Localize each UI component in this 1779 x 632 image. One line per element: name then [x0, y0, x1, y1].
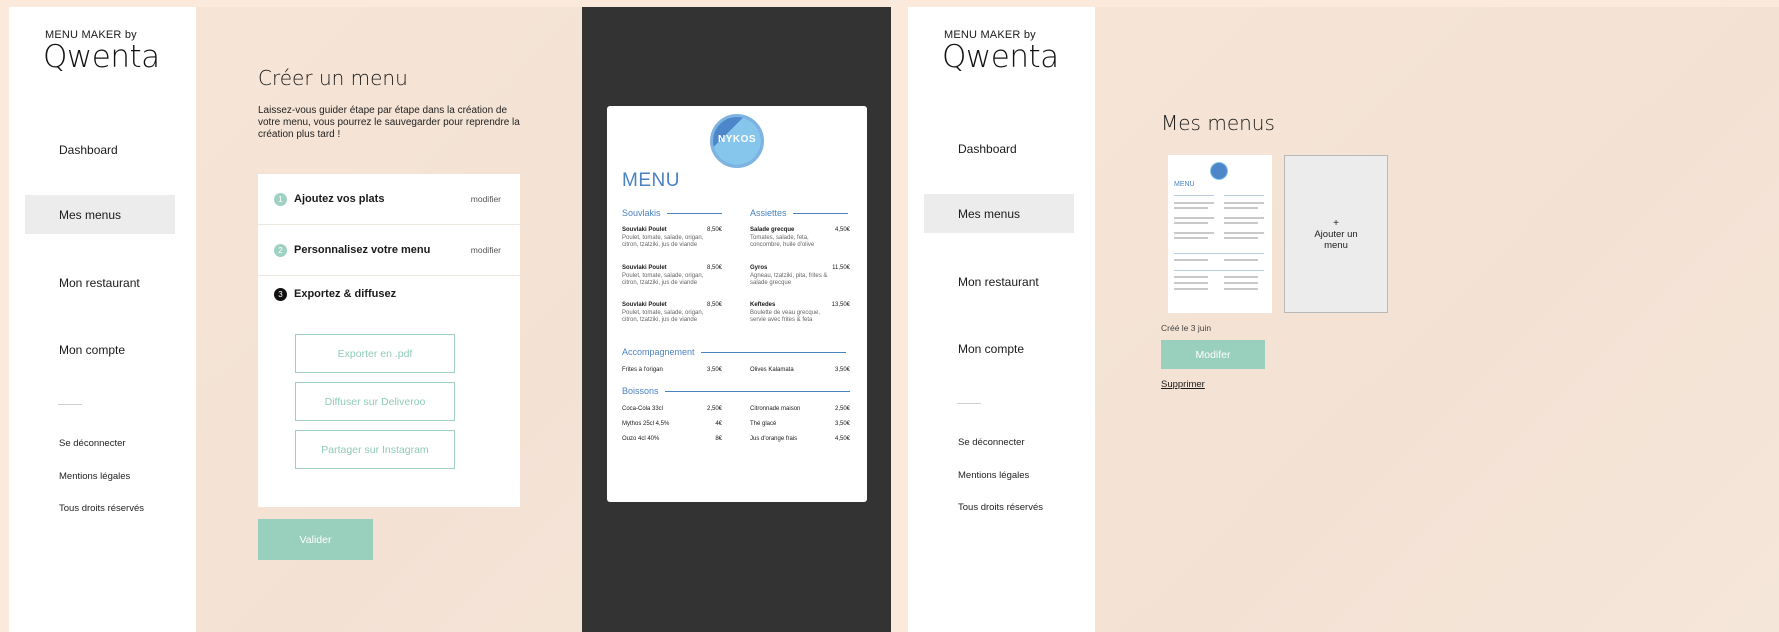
plus-icon: + — [1333, 217, 1339, 229]
export-pdf-button[interactable]: Exporter en .pdf — [295, 334, 455, 373]
step-1-edit-link[interactable]: modifier — [471, 194, 501, 204]
section-accompagnement: Accompagnement — [622, 347, 846, 357]
instagram-share-button[interactable]: Partager sur Instagram — [295, 430, 455, 469]
rights-link[interactable]: Tous droits réservés — [59, 503, 144, 514]
sidebar-item-my-restaurant[interactable]: Mon restaurant — [924, 262, 1074, 301]
section-boissons: Boissons — [622, 386, 850, 396]
rights-link[interactable]: Tous droits réservés — [958, 502, 1043, 513]
logout-link[interactable]: Se déconnecter — [59, 438, 126, 449]
step-2-number: 2 — [274, 243, 287, 257]
step-1: 1 Ajoutez vos plats modifier — [258, 174, 520, 225]
legal-link[interactable]: Mentions légales — [59, 471, 130, 482]
my-menus-screen: MENU MAKER by Qwenta Dashboard Mes menus… — [908, 7, 1779, 632]
step-1-label: Ajoutez vos plats — [294, 193, 385, 205]
page-title: Mes menus — [1161, 111, 1275, 135]
deliveroo-button[interactable]: Diffuser sur Deliveroo — [295, 382, 455, 421]
sidebar-item-my-account[interactable]: Mon compte — [924, 329, 1074, 368]
step-1-number: 1 — [274, 192, 287, 206]
legal-link[interactable]: Mentions légales — [958, 470, 1029, 481]
create-menu-screen: MENU MAKER by Qwenta Dashboard Mes menus… — [9, 7, 891, 632]
sidebar-divider — [58, 404, 82, 405]
sidebar-item-my-menus[interactable]: Mes menus — [25, 195, 175, 234]
created-date: Créé le 3 juin — [1161, 323, 1212, 333]
section-assiettes: Assiettes — [750, 208, 848, 218]
menu-item: Thé glacé 3,50€ — [750, 421, 850, 427]
menu-thumbnail[interactable]: MENU — [1168, 155, 1272, 313]
step-3: 3 Exportez & diffusez — [258, 279, 520, 309]
sidebar: MENU MAKER by Qwenta Dashboard Mes menus… — [908, 7, 1095, 632]
menu-item: Frites à l'origan 3,50€ — [622, 367, 722, 373]
menu-preview-pane: NYKOS MENU Souvlakis Assiettes Souvlaki … — [582, 7, 891, 632]
delete-menu-link[interactable]: Supprimer — [1161, 379, 1205, 390]
restaurant-logo: NYKOS — [710, 114, 764, 168]
menu-item: Coca-Cola 33cl 2,50€ — [622, 406, 722, 412]
step-3-label: Exportez & diffusez — [294, 288, 397, 300]
menu-item: Ouzo 4cl 40% 8€ — [622, 436, 722, 442]
menu-item: Souvlaki Poulet 8,50€ Poulet, tomate, sala… — [622, 265, 722, 286]
sidebar: MENU MAKER by Qwenta Dashboard Mes menus… — [9, 7, 196, 632]
brand-logo[interactable]: Qwenta — [942, 39, 1059, 75]
menu-preview-card: NYKOS MENU Souvlakis Assiettes Souvlaki … — [607, 106, 867, 502]
sidebar-divider — [957, 403, 981, 404]
restaurant-logo-text: NYKOS — [717, 134, 757, 145]
menu-item: Keftedes 13,50€ Boulette de veau grecque, … — [750, 302, 850, 323]
sidebar-item-dashboard[interactable]: Dashboard — [25, 130, 175, 169]
step-3-number: 3 — [274, 287, 287, 301]
menu-title: MENU — [622, 170, 680, 191]
menu-item: Souvlaki Poulet 8,50€ Poulet, tomate, sala… — [622, 227, 722, 248]
menu-item: Mythos 25cl 4,5% 4€ — [622, 421, 722, 427]
sidebar-item-my-menus[interactable]: Mes menus — [924, 194, 1074, 233]
step-2-edit-link[interactable]: modifier — [471, 245, 501, 255]
brand-logo[interactable]: Qwenta — [43, 39, 160, 75]
sidebar-item-my-restaurant[interactable]: Mon restaurant — [25, 263, 175, 302]
edit-menu-button[interactable]: Modifer — [1161, 340, 1265, 369]
menu-item: Gyros 11,50€ Agneau, tzatziki, pita, frite… — [750, 265, 850, 286]
thumbnail-logo — [1210, 162, 1228, 180]
menu-item: Salade grecque 4,50€ Tomates, salade, feta… — [750, 227, 850, 248]
menu-item: Jus d'orange frais 4,50€ — [750, 436, 850, 442]
sidebar-item-my-account[interactable]: Mon compte — [25, 330, 175, 369]
menu-item: Citronnade maison 2,50€ — [750, 406, 850, 412]
add-menu-tile[interactable]: + Ajouter un menu — [1284, 155, 1388, 313]
section-souvlakis: Souvlakis — [622, 208, 722, 218]
page-title: Créer un menu — [258, 66, 408, 90]
step-2-label: Personnalisez votre menu — [294, 244, 431, 256]
validate-button[interactable]: Valider — [258, 519, 373, 560]
thumbnail-title: MENU — [1174, 181, 1195, 188]
logout-link[interactable]: Se déconnecter — [958, 437, 1025, 448]
menu-item: Olives Kalamata 3,50€ — [750, 367, 850, 373]
add-menu-label: Ajouter un menu — [1314, 228, 1358, 251]
page-intro: Laissez-vous guider étape par étape dans… — [258, 105, 520, 140]
step-2: 2 Personnalisez votre menu modifier — [258, 225, 520, 276]
sidebar-item-dashboard[interactable]: Dashboard — [924, 129, 1074, 168]
steps-panel: 1 Ajoutez vos plats modifier 2 Personnal… — [258, 174, 520, 507]
menu-item: Souvlaki Poulet 8,50€ Poulet, tomate, sala… — [622, 302, 722, 323]
